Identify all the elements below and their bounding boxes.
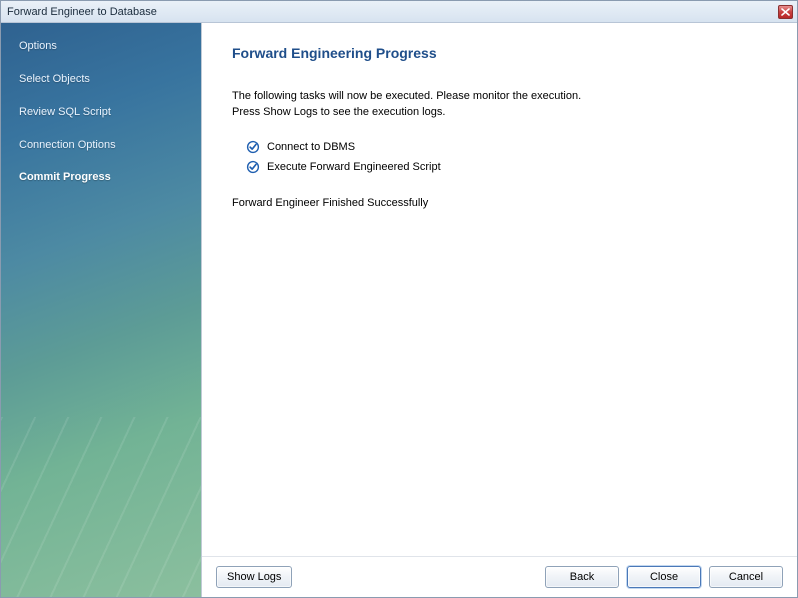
sidebar-nav: Options Select Objects Review SQL Script…: [1, 23, 201, 191]
wizard-body: Options Select Objects Review SQL Script…: [1, 23, 797, 597]
intro-line-1: The following tasks will now be executed…: [232, 89, 767, 105]
checkmark-icon: [246, 140, 260, 154]
task-label: Execute Forward Engineered Script: [267, 161, 441, 173]
close-button[interactable]: Close: [627, 566, 701, 588]
task-item: Execute Forward Engineered Script: [246, 157, 767, 177]
sidebar-item-connection-options[interactable]: Connection Options: [1, 132, 201, 159]
main-panel: Forward Engineering Progress The followi…: [201, 23, 797, 597]
sidebar-item-select-objects[interactable]: Select Objects: [1, 66, 201, 93]
intro-text: The following tasks will now be executed…: [232, 89, 767, 121]
result-text: Forward Engineer Finished Successfully: [232, 197, 767, 209]
task-item: Connect to DBMS: [246, 137, 767, 157]
titlebar: Forward Engineer to Database: [1, 1, 797, 23]
checkmark-icon: [246, 160, 260, 174]
show-logs-button[interactable]: Show Logs: [216, 566, 292, 588]
task-label: Connect to DBMS: [267, 141, 355, 153]
footer: Show Logs Back Close Cancel: [202, 556, 797, 597]
task-list: Connect to DBMS Execute Forward Engineer…: [246, 137, 767, 177]
sidebar: Options Select Objects Review SQL Script…: [1, 23, 201, 597]
wizard-window: Forward Engineer to Database Options Sel…: [0, 0, 798, 598]
back-button[interactable]: Back: [545, 566, 619, 588]
intro-line-2: Press Show Logs to see the execution log…: [232, 105, 767, 121]
close-icon[interactable]: [778, 5, 793, 19]
window-title: Forward Engineer to Database: [7, 6, 778, 18]
cancel-button[interactable]: Cancel: [709, 566, 783, 588]
sidebar-item-commit-progress[interactable]: Commit Progress: [1, 164, 201, 191]
sidebar-item-review-sql-script[interactable]: Review SQL Script: [1, 99, 201, 126]
sidebar-item-options[interactable]: Options: [1, 33, 201, 60]
content-area: Forward Engineering Progress The followi…: [202, 23, 797, 556]
page-heading: Forward Engineering Progress: [232, 45, 767, 61]
